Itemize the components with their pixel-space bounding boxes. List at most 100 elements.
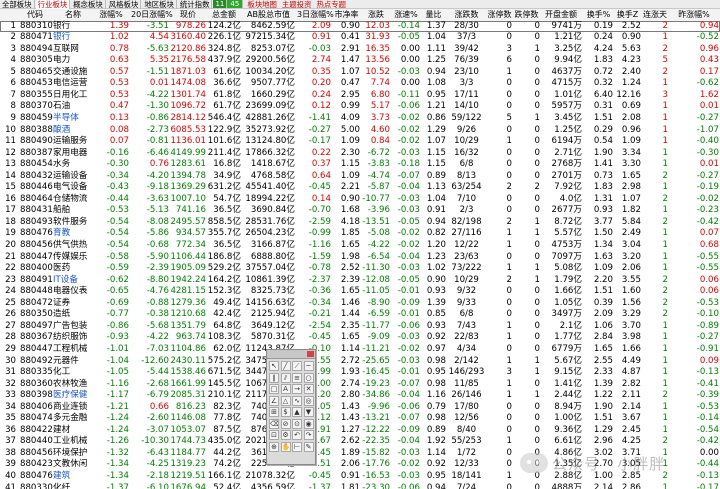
redo-icon[interactable]: ↷ — [303, 430, 314, 440]
table-row[interactable]: 18 880493 软件服务 -0.54 -8.08 2495.57 858.5亿 28531… — [0, 217, 720, 229]
table-row[interactable]: 4 880305 电力 0.63 5.35 2176.58 437.9亿 29200.56亿 2… — [0, 55, 720, 67]
table-row[interactable]: 41 880330 化纤 -1.37 -6.10 1676.94 52.4亿 4356.59亿… — [0, 483, 720, 489]
table-row[interactable]: 19 880476 育教 -0.54 -5.86 934.57 355.7亿 26504.23… — [0, 228, 720, 240]
table-row[interactable]: 27 880497 广告包装 -0.86 -5.68 1351.79 64.8亿 3649.1… — [0, 321, 720, 333]
column-header[interactable]: 20日涨幅% — [131, 9, 173, 21]
column-header[interactable]: 3日涨幅% — [297, 9, 334, 21]
eye-icon[interactable]: ◉ — [303, 418, 314, 429]
tab-extra-2[interactable]: 热点专题 — [314, 0, 348, 9]
cursor-icon[interactable]: ↖ — [269, 361, 279, 371]
table-row[interactable]: 33880398医疗保健-1.17-6.792085.31210.1亿21178… — [0, 390, 720, 402]
column-header[interactable]: 昨涨幅% — [669, 9, 719, 21]
table-row[interactable]: 2 880471 银行 1.02 4.54 3160.40 226.1亿 97215.34亿 0… — [0, 32, 720, 44]
column-header[interactable]: 名称 — [53, 9, 93, 21]
table-row[interactable]: 24 880448 电器仪表 -0.65 -4.76 4281.15 152.3亿 8325.… — [0, 286, 720, 298]
table-row[interactable]: 10 880388 酿酒 0.08 -2.73 6085.53 122.9亿 35273.92… — [0, 125, 720, 137]
price-icon[interactable]: $ — [280, 407, 291, 417]
fib-icon[interactable]: ≡ — [292, 372, 302, 383]
zoom-icon[interactable]: ⊕ — [269, 441, 279, 452]
column-header[interactable]: 总金额 — [207, 9, 241, 21]
line-icon[interactable]: ╱ — [280, 361, 291, 371]
tab-5[interactable]: 统计指数 — [178, 0, 213, 9]
text-icon[interactable]: A — [280, 384, 291, 394]
table-row[interactable]: 7 880355 日用化工 0.53 -4.22 1301.74 61.8亿 1660.29亿… — [0, 90, 720, 102]
table-row[interactable]: 12 880387 家用电器 -0.16 -6.46 4149.99 211.4亿 17866… — [0, 148, 720, 160]
column-header[interactable]: 现价 — [170, 9, 206, 21]
cross-icon[interactable]: ✕ — [303, 384, 314, 394]
table-row[interactable]: 20 880456 供气供热 -0.54 -0.68 772.34 36.5亿 3166.87… — [0, 240, 720, 252]
column-header[interactable]: 跌停数 — [513, 9, 540, 21]
cycle-icon[interactable]: ◎ — [303, 395, 314, 406]
table-row[interactable]: 21 880447 传媒娱乐 -0.58 -5.90 1106.44 186.8亿 6888.… — [0, 252, 720, 264]
table-row[interactable]: 3 880494 互联网 0.78 -5.63 2120.86 324.8亿 8253.07亿… — [0, 44, 720, 56]
column-header[interactable] — [0, 9, 16, 21]
table-row[interactable]: 34880406商业连锁-1.210.66816.2382.3亿7408.97亿… — [0, 402, 720, 414]
ray-icon[interactable]: ⟋ — [292, 361, 302, 371]
column-header[interactable]: 换手Z — [614, 9, 641, 21]
tab-3[interactable]: 风格板块 — [107, 0, 142, 9]
undo-icon[interactable]: ↶ — [292, 430, 302, 440]
column-header[interactable]: 涨速% — [392, 9, 420, 21]
gann-icon[interactable]: ⊞ — [269, 407, 279, 417]
table-row[interactable]: 25 880472 证券 -0.69 -0.88 1279.36 49.4亿 14156.63… — [0, 298, 720, 310]
tab-extra-0[interactable]: 板块地图 — [245, 0, 279, 9]
lock-icon[interactable]: ⊘ — [280, 418, 291, 429]
table-row[interactable]: 14 880432 运输设备 -0.34 -4.20 1394.78 34.9亿 4768.5… — [0, 171, 720, 183]
tab-2[interactable]: 概念板块 — [71, 0, 106, 9]
pencil-icon[interactable]: ✎ — [303, 441, 314, 452]
column-header[interactable]: 涨跌数 — [448, 9, 485, 21]
rect-icon[interactable]: □ — [269, 384, 279, 394]
tab-1[interactable]: 行业板块 — [35, 0, 71, 9]
delete-icon[interactable]: ⌫ — [269, 418, 279, 429]
ruler-icon[interactable]: ⊢ — [292, 441, 302, 452]
toolbar-titlebar[interactable] — [267, 350, 315, 359]
table-row[interactable]: 30880492元器件-1.04-12.602430.11575.2亿34755… — [0, 356, 720, 368]
column-header[interactable]: 涨跌 — [362, 9, 390, 21]
close-icon[interactable] — [307, 351, 314, 357]
table-row[interactable]: 5 880465 交通设施 0.57 -1.51 1871.03 61.6亿 10034.20… — [0, 67, 720, 79]
table-row[interactable]: 16 880464 仓储物流 -0.44 -3.63 1007.10 54.7亿 18994.… — [0, 194, 720, 206]
table-row[interactable]: 23 880491 IT设备 -0.62 -8.80 1942.24 164.2亿 10861… — [0, 275, 720, 287]
table-row[interactable]: 17 880431 船舶 -0.53 -5.13 741.16 36.5亿 3690.84亿 -… — [0, 205, 720, 217]
table-row[interactable]: 22 880400 医药 -0.59 -2.39 1905.09 529.2亿 37557.0… — [0, 263, 720, 275]
column-header[interactable]: AB股总市值 — [242, 9, 295, 21]
column-header[interactable]: 开盘金额 — [540, 9, 582, 21]
hand-icon[interactable]: ✋ — [280, 441, 291, 452]
table-row[interactable]: 1 880310 银行 1.39 -3.51 978.26 124.2亿 8462.59亿 2.… — [0, 20, 720, 33]
parallel-icon[interactable]: ∥ — [269, 372, 279, 383]
tab-0[interactable]: 全部板块 — [0, 0, 35, 9]
save-icon[interactable]: ⊡ — [269, 430, 279, 440]
column-header[interactable]: 市净率 — [333, 9, 360, 21]
column-header[interactable]: 涨幅% — [93, 9, 129, 21]
triangle-icon[interactable]: △ — [280, 395, 291, 406]
drawing-toolbar-window[interactable]: ↖ ╱ ⟋ ─ ∥ ⫽ ≡ ○ □ A → ✕ ∠ △ ∿ ◎ ⊞ $ ▲ ▼ ⌫ ⊘ ⊙ ◉ ⊡ ⚙ ↶ ↷ ⊕ ✋ ⊢ ✎ — [266, 349, 316, 465]
arrow-icon[interactable]: → — [292, 384, 302, 394]
table-row[interactable]: 35880474多元金融-1.24-2.601146.0877.8亿7403.0… — [0, 413, 720, 425]
table-row[interactable]: 32880360农林牧渔-1.16-2.681661.99145.5亿10675… — [0, 379, 720, 391]
tab-4[interactable]: 地区板块 — [142, 0, 177, 9]
down-arrow-icon[interactable]: ▼ — [303, 407, 314, 417]
table-row[interactable]: 37880440工业机械-1.26-10.301744.73435.0亿2021… — [0, 436, 720, 448]
column-header[interactable]: 连涨天 — [642, 9, 668, 21]
table-row[interactable]: 26 880350 造纸 -0.77 -0.38 1210.68 42.4亿 2125.94亿… — [0, 309, 720, 321]
table-row[interactable]: 6 880453 电信运营 0.53 0.01 1474.08 36.6亿 9507.77亿 0… — [0, 78, 720, 90]
table-row[interactable]: 11 880490 运输服务 0.07 -0.81 1136.01 101.6亿 13124.… — [0, 136, 720, 148]
channel-icon[interactable]: ⫽ — [280, 372, 291, 383]
segment-icon[interactable]: ─ — [303, 361, 314, 371]
column-header[interactable]: 代码 — [20, 9, 50, 21]
column-header[interactable]: 量比 — [421, 9, 446, 21]
column-header[interactable]: 涨停数 — [487, 9, 512, 21]
column-header[interactable]: 换手% — [584, 9, 613, 21]
circle-icon[interactable]: ○ — [303, 372, 314, 383]
tab-extra-1[interactable]: 主题投资 — [280, 0, 314, 9]
up-arrow-icon[interactable]: ▲ — [292, 407, 302, 417]
table-row[interactable]: 9 880459 半导体 0.13 -0.86 2814.12 546.4亿 42881.26… — [0, 113, 720, 125]
table-row[interactable]: 28 880367 纺织服饰 -0.93 -4.22 963.74 108.3亿 5870.3… — [0, 332, 720, 344]
magnet-icon[interactable]: ⊙ — [292, 418, 302, 429]
table-row[interactable]: 29880447工程机械-1.01-7.031104.8662.0亿11243.… — [0, 344, 720, 356]
angle-icon[interactable]: ∠ — [269, 395, 279, 406]
table-row[interactable]: 13 880454 水务 -0.30 0.76 1283.61 16.8亿 1418.67亿 0… — [0, 159, 720, 171]
table-row[interactable]: 15 880446 电气设备 -0.43 -9.18 1369.29 631.2亿 45541… — [0, 182, 720, 194]
table-row[interactable]: 31880335化工-1.05-5.441538.46671.5亿34473.5… — [0, 367, 720, 379]
table-row[interactable]: 8 880370 石油 0.47 -1.30 1096.72 61.7亿 23699.09亿 0… — [0, 101, 720, 113]
